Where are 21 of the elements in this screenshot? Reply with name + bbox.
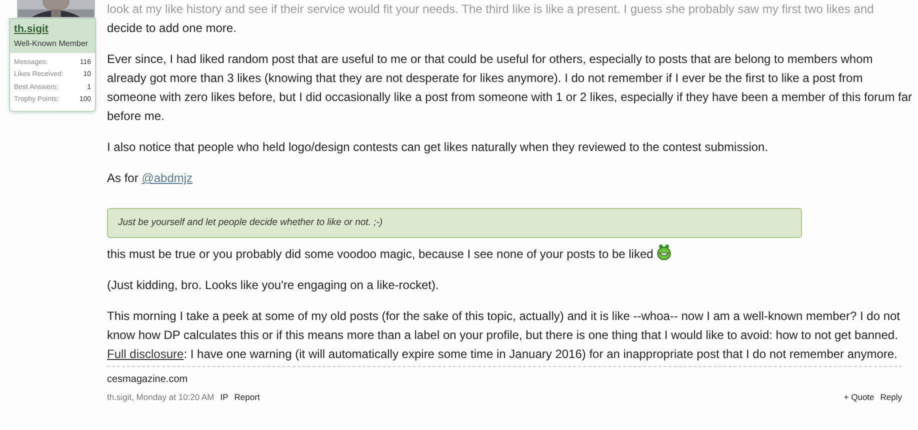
user-title: Well-Known Member [14,38,90,50]
post-text: Ever since, I had liked random post that are useful to me or that could be useful for others, especially to posts that are belong to members whom already got more than 3 likes (knowing that they are not desperate for likes anymore). I do not remember if I ever be the first to like a post from someone with zero likes before, but I did occasionally like a post from someone with 1 or 2 likes, especially if they have been a member of this forum far before me. [107,51,913,125]
smiley-icon [656,244,671,260]
action-link[interactable]: + Quote [844,392,874,402]
action-link[interactable]: Reply [880,392,902,402]
post-text: decide to add one more. [107,20,238,37]
post-text: I also notice that people who held logo/design contests can get likes naturally when they reviewed to the contest submission. [107,139,770,156]
post-text: look at my like history and see if their service would fit your needs. The third like is like a present. I guess she probably saw my first two likes and [107,1,875,18]
post-text: As for @abdmjz [107,170,194,187]
disclosure-link[interactable]: Full disclosure [107,347,184,362]
username[interactable]: th.sigit [14,22,91,38]
action-link[interactable]: IP [220,392,228,402]
signature-link[interactable]: cesmagazine.com [107,374,188,386]
post-text: Full disclosure: I have one warning (it will automatically expire some time in January 2016) for an inappropriate post that I do not remember anymore. [107,346,898,364]
post-meta: th.sigit, Monday at 10:20 AM [107,392,214,402]
post-text: This morning I take a peek at some of my old posts (for the sake of this topic, actually) and it is like --whoa-- now I am a well-known member? I do not know how DP calculates this or if this means more than a label on your profile, but there is one thing that I would like to avoid: how to not get banned. [107,308,902,344]
mention-link[interactable]: @abdmjz [142,171,193,185]
post-text: (Just kidding, bro. Looks like you're engaging on a like-rocket). [107,277,440,294]
action-link[interactable]: Report [234,392,260,402]
quote-box: Just be yourself and let people decide whether to like or not. ;-) [107,208,802,238]
post-text: this must be true or you probably did some voodoo magic, because I see none of your posts to be liked [107,244,913,264]
